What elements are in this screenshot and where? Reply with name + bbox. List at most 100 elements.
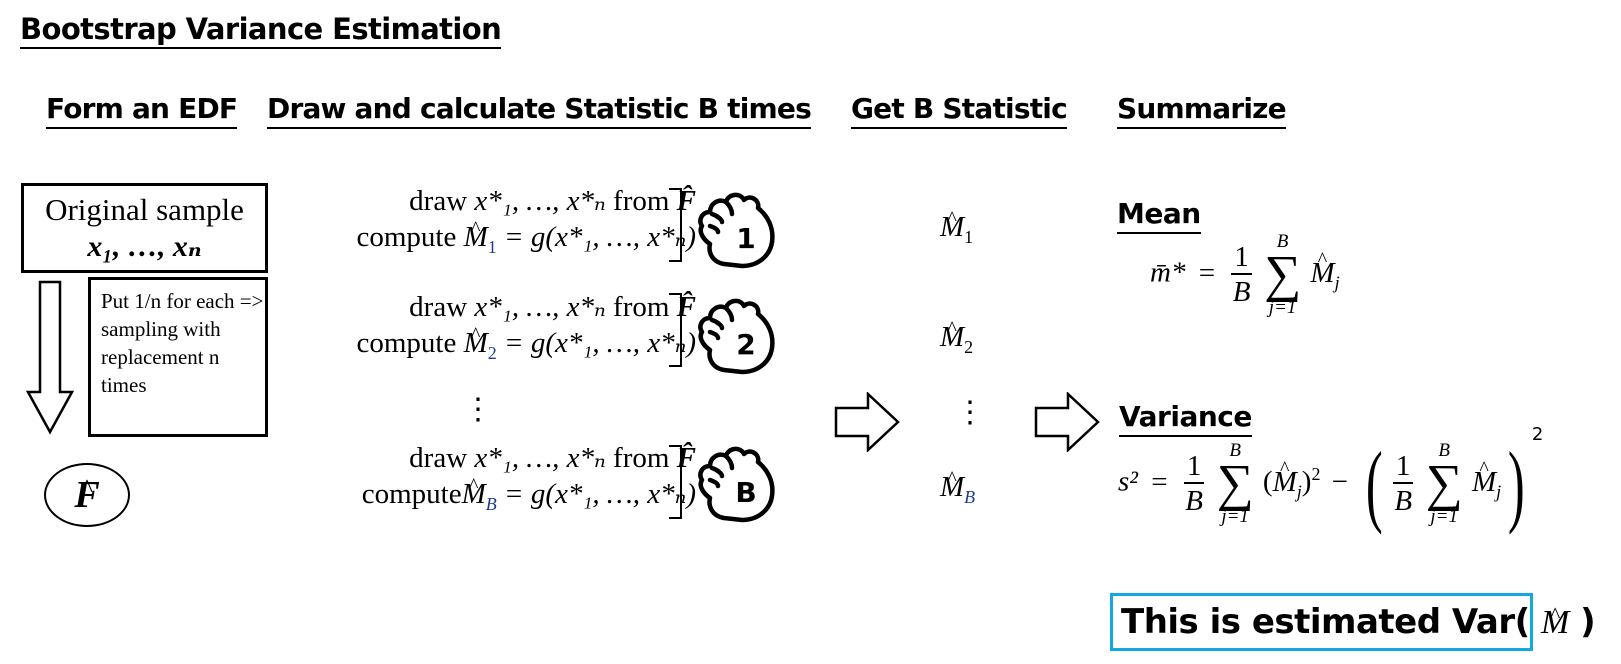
draws-ellipsis: ⋮ — [463, 393, 493, 426]
compute-expression: = g(x*₁, …, x*ₙ) — [504, 327, 696, 359]
draw-step-b: draw x*₁, …, x*ₙ from F̂ compute ^ MB = g(… — [362, 440, 696, 514]
sum-lower: j=1 — [1221, 506, 1249, 527]
resample-values: x*₁, …, x*ₙ — [474, 291, 606, 323]
statistic-item-b: ^ MB — [940, 468, 975, 506]
section-header-summarize: Summarize — [1117, 92, 1287, 129]
hat-accent: ^ — [947, 468, 957, 490]
mean-heading: Mean — [1117, 197, 1201, 234]
original-sample-label: Original sample — [45, 192, 244, 227]
hat-accent: ^ — [80, 474, 94, 503]
statistic-symbol: ^ M — [940, 468, 964, 504]
sigma: ∑ — [1425, 455, 1463, 512]
variance-formula: s² = 1B B ∑ j=1 (^ Mj)2 − (1 B B ∑ j=1 ^ Mj) 2 — [1118, 426, 1543, 535]
term-symbol: ^ M — [1273, 458, 1297, 499]
result-callout: This is estimated Var( ^ M ) — [1110, 593, 1596, 651]
summation: B ∑ j=1 — [1264, 232, 1301, 318]
variance-lhs: s² — [1118, 465, 1138, 498]
stat-index: 1 — [964, 226, 974, 247]
hat-accent: ^ — [1279, 457, 1290, 480]
group-bracket-1 — [669, 188, 682, 262]
from-word: from — [613, 291, 670, 323]
open-paren: ( — [1262, 465, 1273, 498]
fraction: 1B — [1231, 241, 1252, 309]
variance-heading: Variance — [1119, 400, 1252, 437]
stat-index: 1 — [487, 236, 497, 257]
denominator: B — [1185, 485, 1203, 517]
compute-word: compute — [356, 221, 457, 253]
sigma: ∑ — [1264, 246, 1302, 303]
statistic-symbol: ^ M — [464, 218, 488, 255]
stat-index: B — [485, 493, 497, 514]
equals-sign: = — [1198, 256, 1216, 289]
summation: B ∑ j=1 — [1426, 441, 1463, 527]
hand-icon-2: 2 — [698, 298, 775, 375]
outer-square-exponent: 2 — [1531, 424, 1544, 445]
draw-word: draw — [409, 291, 468, 323]
stat-index: 2 — [964, 336, 974, 357]
section-header-form-edf: Form an EDF — [46, 92, 238, 129]
section-header-get-statistic: Get B Statistic — [851, 92, 1068, 129]
sampling-note-box: Put 1/n for each => sampling with replac… — [88, 277, 268, 437]
hand-label: 1 — [736, 222, 755, 255]
compute-word: compute — [356, 327, 457, 359]
close-paren: ) — [1301, 465, 1312, 498]
result-statistic: ^ M — [1541, 597, 1569, 649]
minus-sign: − — [1331, 465, 1349, 498]
draw-word: draw — [409, 442, 468, 474]
resample-values: x*₁, …, x*ₙ — [474, 442, 606, 474]
denominator: B — [1394, 485, 1413, 517]
hat-accent: ^ — [1479, 457, 1489, 480]
hat-accent: ^ — [947, 208, 957, 230]
numerator: 1 — [1392, 450, 1414, 484]
compute-expression: = g(x*₁, …, x*ₙ) — [504, 221, 696, 253]
compute-line: compute ^ M2 = g(x*₁, …, x*ₙ) — [356, 324, 696, 362]
draw-step-2: draw x*₁, …, x*ₙ from F̂ compute ^ M2 = g… — [356, 289, 696, 362]
draw-line: draw x*₁, …, x*ₙ from F̂ — [362, 440, 696, 476]
down-arrow-icon — [26, 280, 75, 435]
term-symbol: ^ M — [1472, 458, 1496, 499]
denominator: B — [1232, 276, 1251, 308]
hand-icon-1: 1 — [698, 192, 775, 269]
edf-symbol: ^ F — [74, 465, 99, 525]
hat-accent: ^ — [470, 324, 481, 346]
compute-expression: = g(x*₁, …, x*ₙ) — [504, 478, 696, 510]
original-sample-values: x₁, …, xₙ — [87, 230, 202, 263]
statistic-symbol: ^ M — [464, 324, 488, 361]
hat-accent: ^ — [468, 475, 479, 497]
diagram-title: Bootstrap Variance Estimation — [20, 12, 502, 49]
numerator: 1 — [1231, 241, 1252, 275]
draw-line: draw x*₁, …, x*ₙ from F̂ — [356, 289, 696, 325]
sampling-note-text: Put 1/n for each => sampling with replac… — [101, 289, 264, 397]
big-close-paren: ) — [1508, 433, 1525, 535]
term-index: j — [1334, 272, 1340, 293]
edf-circle: ^ F — [44, 463, 130, 527]
compute-line: compute ^ M1 = g(x*₁, …, x*ₙ) — [356, 218, 696, 257]
from-word: from — [613, 442, 670, 474]
statistic-symbol: ^ M — [462, 475, 486, 512]
statistic-item-2: ^ M2 — [940, 318, 974, 357]
fraction: 1B — [1183, 450, 1205, 518]
mean-lhs: m̄* — [1150, 256, 1186, 289]
statistic-item-1: ^ M1 — [940, 208, 974, 247]
group-bracket-2 — [669, 293, 682, 367]
term-symbol: ^ M — [1310, 249, 1334, 290]
mean-formula: m̄* = 1B B ∑ j=1 ^ Mj — [1150, 232, 1340, 318]
resample-values: x*₁, …, x*ₙ — [474, 185, 606, 217]
draw-line: draw x*₁, …, x*ₙ from F̂ — [356, 183, 696, 219]
section-header-draw-calculate: Draw and calculate Statistic B times — [267, 92, 812, 129]
hand-icon-b: B — [698, 446, 775, 523]
statistic-symbol: ^ M — [940, 208, 964, 244]
sum-lower: j=1 — [1430, 506, 1459, 527]
hand-label: B — [735, 476, 756, 509]
hat-accent: ^ — [470, 218, 481, 240]
square-exponent: 2 — [1311, 464, 1321, 484]
big-open-paren: ( — [1366, 433, 1384, 535]
hand-label: 2 — [736, 328, 755, 361]
draw-word: draw — [409, 185, 468, 217]
statistics-ellipsis: ⋮ — [955, 396, 985, 429]
numerator: 1 — [1183, 450, 1205, 484]
term-index: j — [1496, 481, 1502, 502]
right-arrow-icon-2 — [1034, 392, 1100, 452]
sum-lower: j=1 — [1268, 297, 1297, 318]
statistic-symbol: ^ M — [940, 318, 964, 354]
